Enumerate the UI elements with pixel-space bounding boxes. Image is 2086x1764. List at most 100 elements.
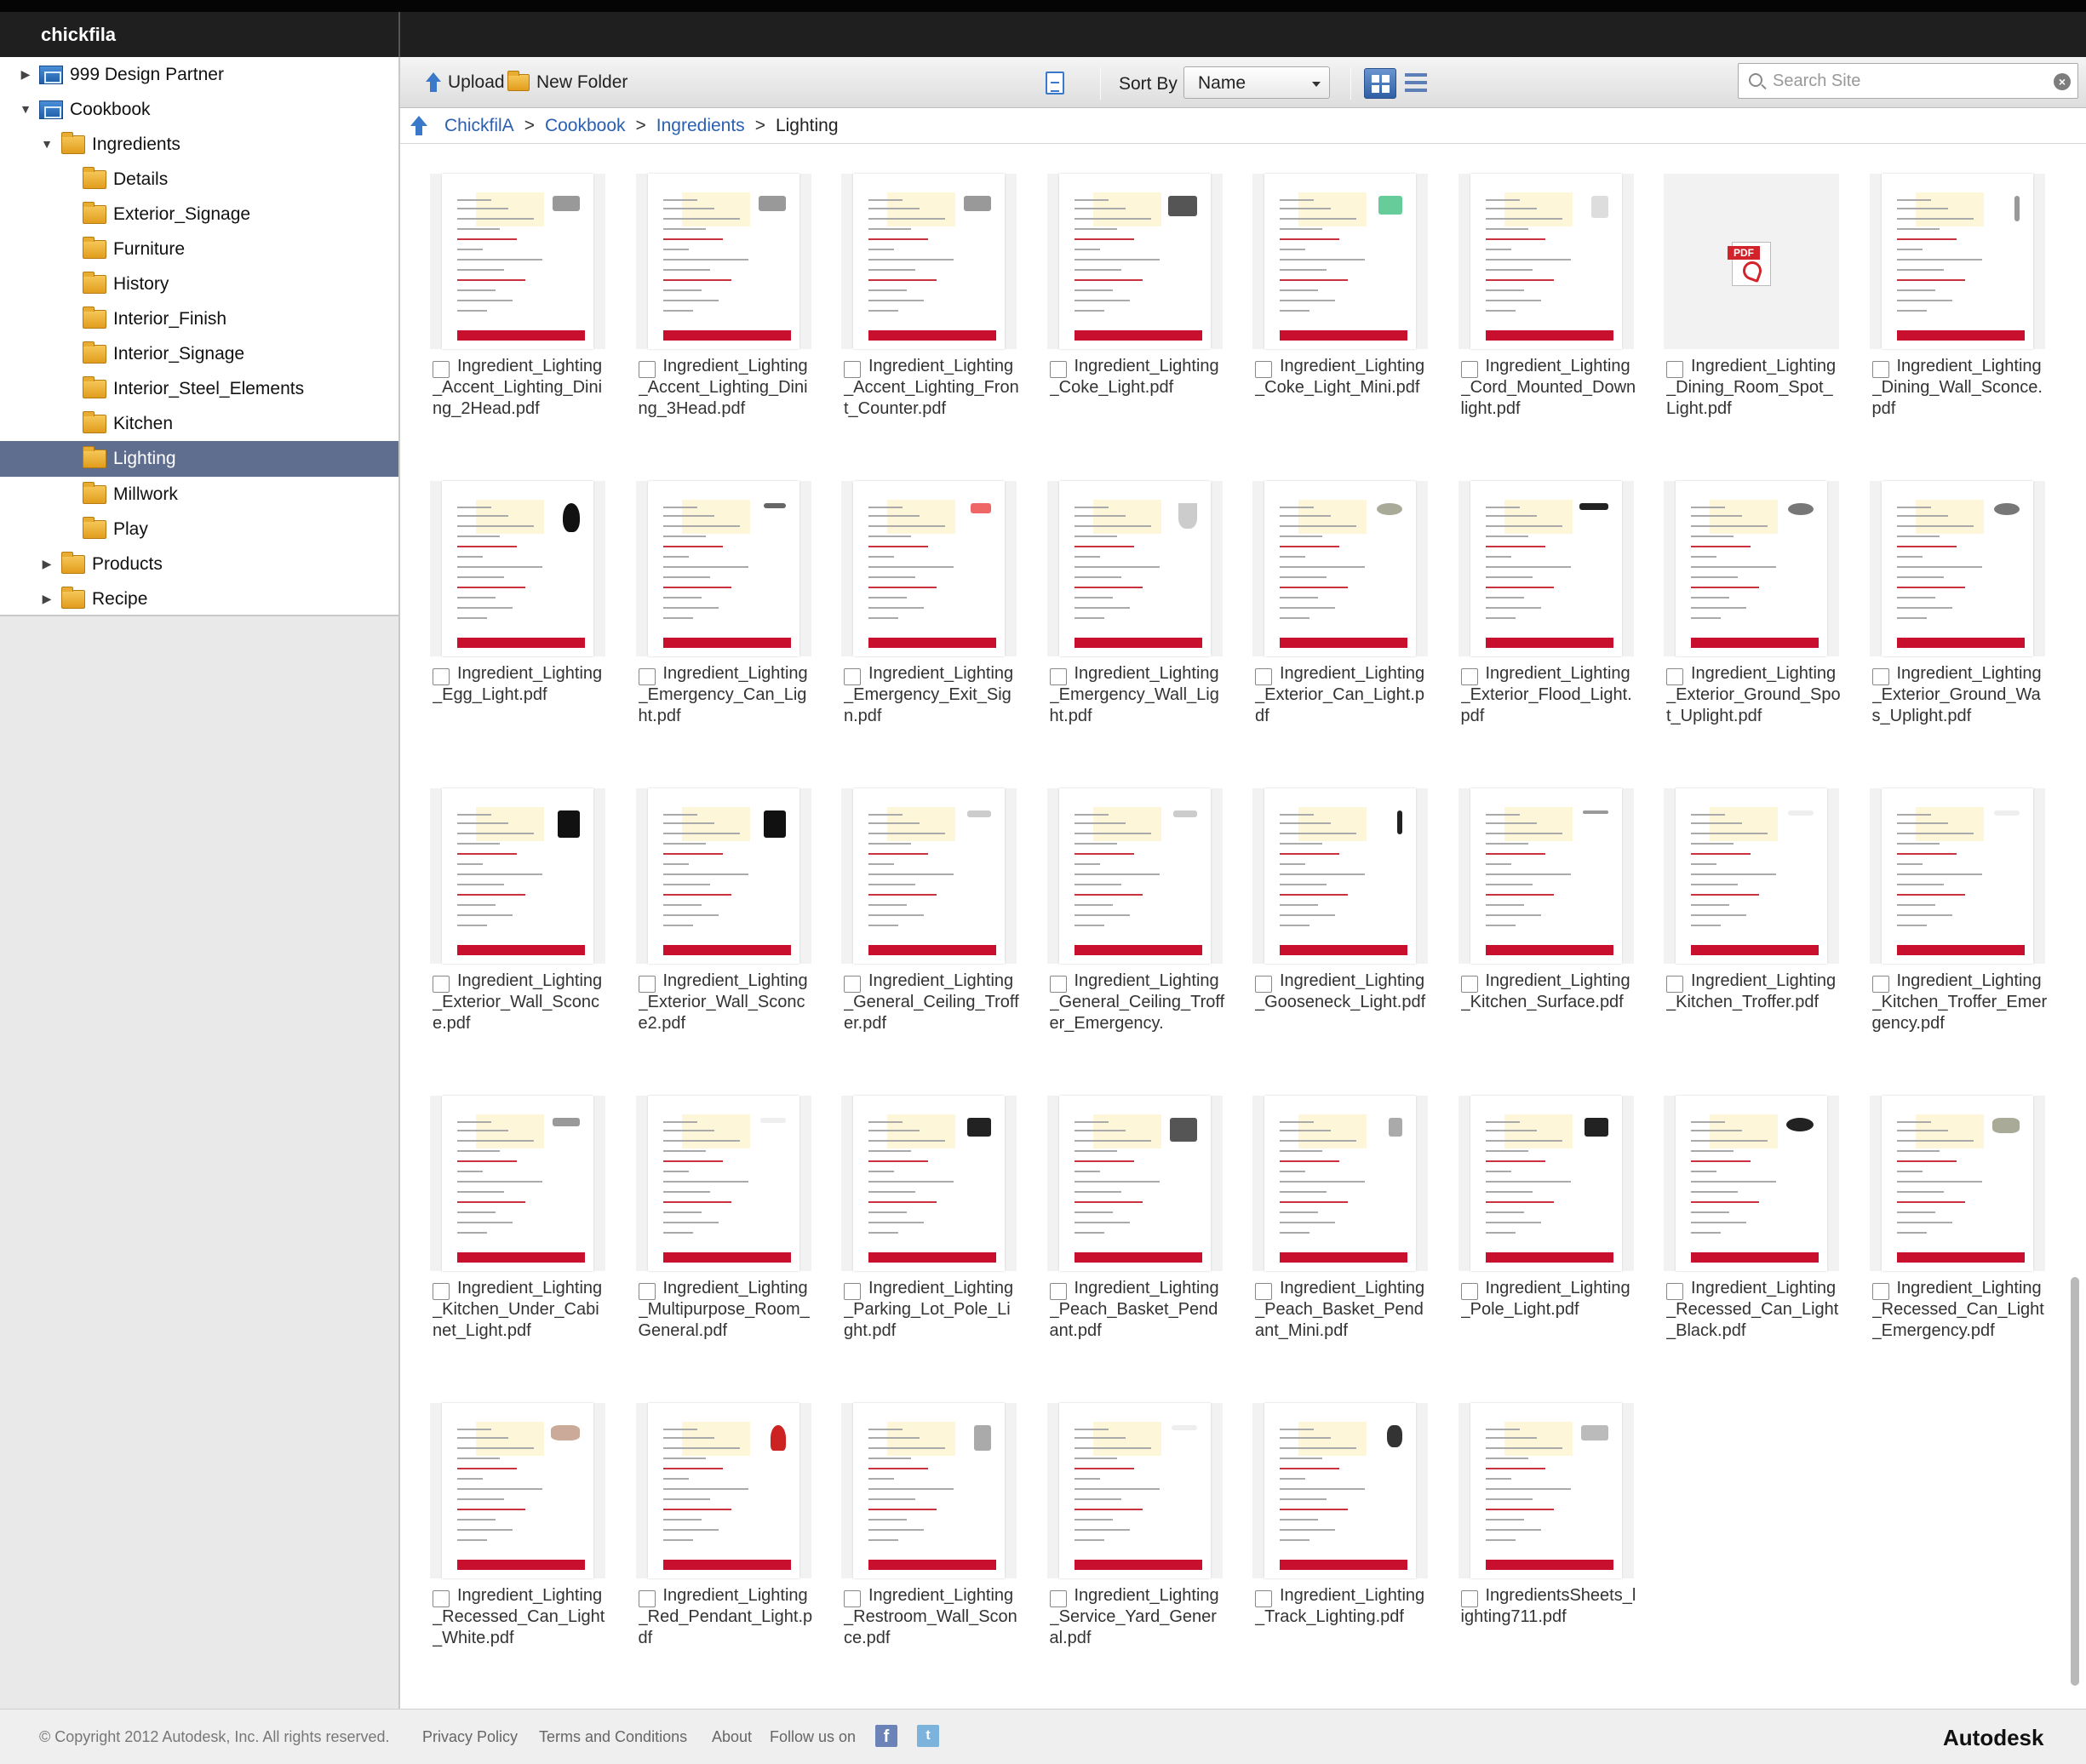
file-name[interactable]: Ingredient_Lighting_Parking_Lot_Pole_Lig… — [844, 1278, 1019, 1346]
file-thumbnail[interactable] — [1869, 174, 2045, 349]
file-tile[interactable]: Ingredient_Lighting_Egg_Light.pdf — [400, 452, 605, 733]
sort-select[interactable]: Name — [1183, 66, 1330, 99]
privacy-policy-link[interactable]: Privacy Policy — [422, 1728, 518, 1746]
file-name[interactable]: Ingredient_Lighting_Kitchen_Troffer_Emer… — [1872, 971, 2048, 1039]
file-thumbnail[interactable] — [1458, 1096, 1634, 1271]
expanded-arrow-icon[interactable]: ▼ — [19, 102, 32, 116]
sidebar-item-play[interactable]: Play — [0, 512, 398, 547]
file-name[interactable]: Ingredient_Lighting_Exterior_Wall_Sconce… — [433, 971, 608, 1039]
file-name[interactable]: Ingredient_Lighting_Coke_Light.pdf — [1050, 356, 1225, 424]
collapsed-arrow-icon[interactable]: ▶ — [19, 67, 32, 81]
file-name[interactable]: Ingredient_Lighting_Pole_Light.pdf — [1461, 1278, 1636, 1346]
file-tile[interactable]: Ingredient_Lighting_Parking_Lot_Pole_Lig… — [811, 1067, 1017, 1348]
file-thumbnail[interactable] — [1252, 1403, 1428, 1578]
file-thumbnail[interactable] — [1252, 174, 1428, 349]
sidebar-item-exterior-signage[interactable]: Exterior_Signage — [0, 197, 398, 232]
file-name[interactable]: Ingredient_Lighting_Kitchen_Under_Cabine… — [433, 1278, 608, 1346]
file-name[interactable]: Ingredient_Lighting_Recessed_Can_Light_W… — [433, 1585, 608, 1653]
file-thumbnail[interactable] — [1458, 1403, 1634, 1578]
file-name[interactable]: Ingredient_Lighting_Exterior_Ground_Spot… — [1666, 663, 1842, 731]
file-thumbnail[interactable] — [635, 481, 811, 656]
file-thumbnail[interactable] — [430, 788, 605, 964]
file-tile[interactable]: Ingredient_Lighting_Accent_Lighting_Dini… — [606, 145, 811, 426]
file-name[interactable]: Ingredient_Lighting_Kitchen_Surface.pdf — [1461, 971, 1636, 1039]
breadcrumb-link-cookbook[interactable]: Cookbook — [545, 116, 626, 136]
file-tile[interactable]: Ingredient_Lighting_Peach_Basket_Pendant… — [1017, 1067, 1223, 1348]
file-name[interactable]: IngredientsSheets_lighting711.pdf — [1461, 1585, 1636, 1653]
sidebar-item-interior-steel-elements[interactable]: Interior_Steel_Elements — [0, 371, 398, 406]
file-name[interactable]: Ingredient_Lighting_Accent_Lighting_Dini… — [433, 356, 608, 424]
sidebar-item-details[interactable]: Details — [0, 162, 398, 197]
file-thumbnail[interactable] — [1046, 481, 1223, 656]
file-tile[interactable]: Ingredient_Lighting_Multipurpose_Room_Ge… — [606, 1067, 811, 1348]
file-thumbnail[interactable] — [635, 1403, 811, 1578]
file-thumbnail[interactable] — [430, 1096, 605, 1271]
facebook-icon[interactable]: f — [875, 1725, 897, 1747]
file-tile[interactable]: Ingredient_Lighting_General_Ceiling_Trof… — [1017, 759, 1224, 1040]
file-tile[interactable]: Ingredient_Lighting_Peach_Basket_Pendant… — [1223, 1067, 1428, 1348]
sidebar-item-999-design-partner[interactable]: ▶ 999 Design Partner — [0, 57, 398, 92]
file-thumbnail[interactable] — [841, 1096, 1017, 1271]
file-name[interactable]: Ingredient_Lighting_Cord_Mounted_Downlig… — [1461, 356, 1636, 424]
file-thumbnail[interactable] — [841, 174, 1017, 349]
file-tile[interactable]: Ingredient_Lighting_Cord_Mounted_Downlig… — [1429, 145, 1636, 426]
file-thumbnail[interactable] — [1458, 174, 1634, 349]
file-name[interactable]: Ingredient_Lighting_Exterior_Flood_Light… — [1461, 663, 1636, 731]
file-name[interactable]: Ingredient_Lighting_Recessed_Can_Light_E… — [1872, 1278, 2048, 1346]
new-folder-button[interactable]: New Folder — [507, 70, 628, 95]
sidebar-item-interior-finish[interactable]: Interior_Finish — [0, 301, 398, 336]
file-thumbnail[interactable] — [1869, 1096, 2045, 1271]
sidebar-item-lighting[interactable]: Lighting — [0, 441, 398, 477]
file-name[interactable]: Ingredient_Lighting_Exterior_Wall_Sconce… — [639, 971, 814, 1039]
file-thumbnail[interactable] — [1869, 481, 2045, 656]
file-name[interactable]: Ingredient_Lighting_Kitchen_Troffer.pdf — [1666, 971, 1842, 1039]
file-name[interactable]: Ingredient_Lighting_Emergency_Wall_Light… — [1050, 663, 1225, 731]
file-thumbnail[interactable] — [841, 1403, 1017, 1578]
file-tile[interactable]: Ingredient_Lighting_Pole_Light.pdf — [1429, 1067, 1634, 1348]
file-name[interactable]: Ingredient_Lighting_Emergency_Can_Light.… — [639, 663, 814, 731]
file-thumbnail[interactable] — [1869, 788, 2045, 964]
upload-button[interactable]: Upload — [426, 70, 505, 95]
file-tile[interactable]: Ingredient_Lighting_Kitchen_Troffer_Emer… — [1840, 759, 2047, 1040]
file-tile[interactable]: Ingredient_Lighting_Recessed_Can_Light_W… — [400, 1374, 605, 1655]
search-input[interactable] — [1773, 70, 2045, 92]
file-thumbnail[interactable] — [1046, 1403, 1223, 1578]
file-tile[interactable]: Ingredient_Lighting_Recessed_Can_Light_B… — [1634, 1067, 1839, 1348]
file-thumbnail[interactable] — [1046, 788, 1223, 964]
sidebar-item-recipe[interactable]: ▶ Recipe — [0, 581, 398, 616]
file-thumbnail[interactable] — [1458, 788, 1634, 964]
file-name[interactable]: Ingredient_Lighting_Emergency_Exit_Sign.… — [844, 663, 1019, 731]
file-tile[interactable]: Ingredient_Lighting_Kitchen_Surface.pdf — [1429, 759, 1634, 1040]
file-tile[interactable]: Ingredient_Lighting_Track_Lighting.pdf — [1223, 1374, 1428, 1655]
file-tile[interactable]: Ingredient_Lighting_Restroom_Wall_Sconce… — [811, 1374, 1017, 1655]
file-name[interactable]: Ingredient_Lighting_Peach_Basket_Pendant… — [1255, 1278, 1430, 1346]
file-thumbnail[interactable] — [430, 1403, 605, 1578]
twitter-icon[interactable]: t — [917, 1725, 939, 1747]
file-name[interactable]: Ingredient_Lighting_Exterior_Ground_Was_… — [1872, 663, 2048, 731]
scrollbar[interactable] — [2071, 1277, 2079, 1686]
file-thumbnail[interactable] — [1252, 788, 1428, 964]
file-name[interactable]: Ingredient_Lighting_General_Ceiling_Trof… — [1050, 971, 1225, 1039]
file-thumbnail[interactable] — [635, 1096, 811, 1271]
page-icon[interactable] — [1046, 72, 1064, 94]
file-tile[interactable]: Ingredient_Lighting_Emergency_Exit_Sign.… — [811, 452, 1017, 733]
file-thumbnail[interactable] — [430, 481, 605, 656]
file-name[interactable]: Ingredient_Lighting_General_Ceiling_Trof… — [844, 971, 1019, 1039]
file-name[interactable]: Ingredient_Lighting_Egg_Light.pdf — [433, 663, 608, 731]
file-tile[interactable]: Ingredient_Lighting_Exterior_Ground_Spot… — [1634, 452, 1841, 733]
file-tile[interactable]: Ingredient_Lighting_Recessed_Can_Light_E… — [1840, 1067, 2045, 1348]
file-name[interactable]: Ingredient_Lighting_Dining_Wall_Sconce.p… — [1872, 356, 2048, 424]
file-thumbnail[interactable] — [1046, 1096, 1223, 1271]
file-tile[interactable]: Ingredient_Lighting_Dining_Wall_Sconce.p… — [1840, 145, 2045, 426]
sidebar-item-interior-signage[interactable]: Interior_Signage — [0, 336, 398, 371]
grid-view-button[interactable] — [1364, 68, 1396, 99]
file-tile[interactable]: Ingredient_Lighting_Coke_Light_Mini.pdf — [1223, 145, 1428, 426]
breadcrumb-link-chickfila[interactable]: ChickfilA — [444, 116, 514, 136]
file-tile[interactable]: Ingredient_Lighting_Accent_Lighting_Dini… — [400, 145, 605, 426]
terms-link[interactable]: Terms and Conditions — [539, 1728, 687, 1746]
file-tile[interactable]: Ingredient_Lighting_Exterior_Can_Light.p… — [1223, 452, 1428, 733]
file-name[interactable]: Ingredient_Lighting_Service_Yard_General… — [1050, 1585, 1225, 1653]
file-thumbnail[interactable] — [841, 481, 1017, 656]
file-thumbnail[interactable]: PDF — [1664, 174, 1839, 349]
file-thumbnail[interactable] — [841, 788, 1017, 964]
